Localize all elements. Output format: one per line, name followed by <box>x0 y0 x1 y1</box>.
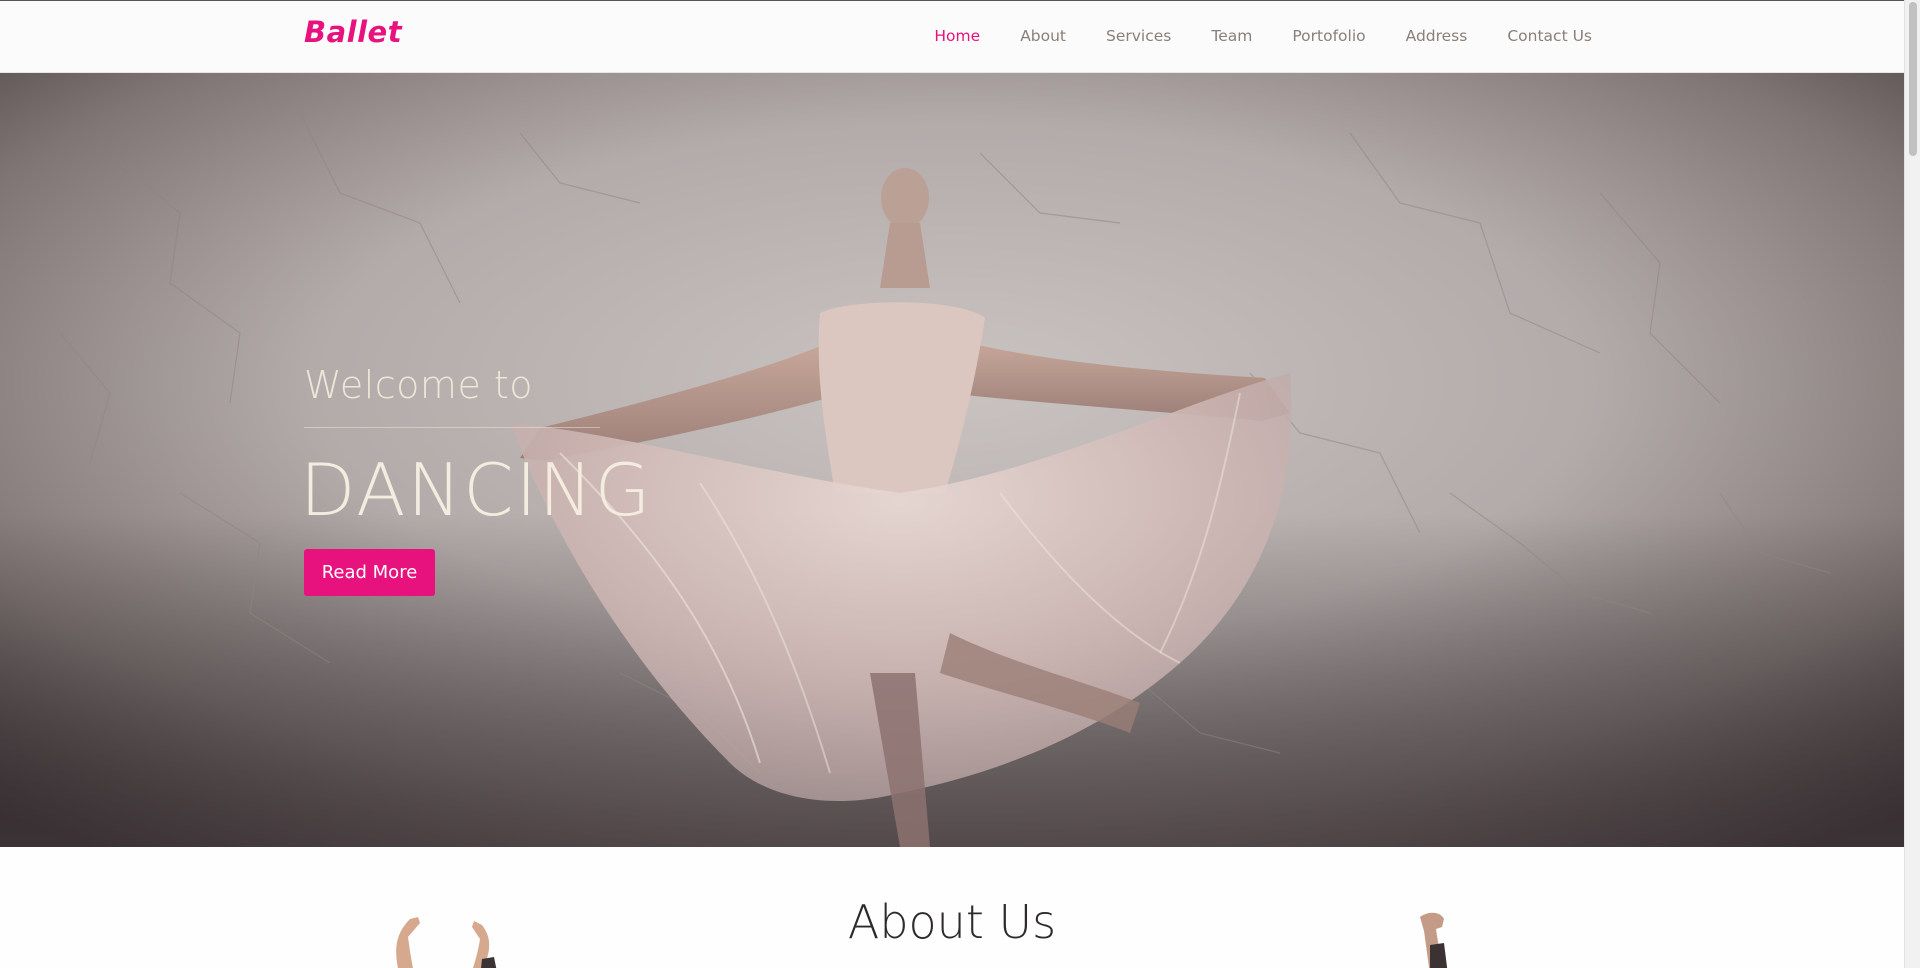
nav-item-team[interactable]: Team <box>1211 27 1252 45</box>
nav-item-contact-us[interactable]: Contact Us <box>1507 27 1592 45</box>
site-logo[interactable]: Ballet <box>304 15 402 49</box>
nav-item-about[interactable]: About <box>1020 27 1066 45</box>
nav-item-portofolio[interactable]: Portofolio <box>1292 27 1365 45</box>
about-section: About Us <box>0 847 1904 968</box>
nav-item-home[interactable]: Home <box>934 27 980 45</box>
hero-background-image <box>0 73 1904 847</box>
nav-item-address[interactable]: Address <box>1406 27 1468 45</box>
hero-divider <box>304 427 600 428</box>
main-nav: Home About Services Team Portofolio Addr… <box>894 27 1592 45</box>
hero-welcome-text: Welcome to <box>304 363 534 407</box>
about-title: About Us <box>847 895 1057 949</box>
hero-title: DANCING <box>300 448 653 532</box>
read-more-button[interactable]: Read More <box>304 549 435 596</box>
site-header: Ballet Home About Services Team Portofol… <box>0 0 1904 73</box>
nav-item-services[interactable]: Services <box>1106 27 1171 45</box>
hero-section: Welcome to DANCING Read More <box>0 73 1904 847</box>
dancer-arm-image-right <box>1420 912 1448 968</box>
scrollbar-thumb[interactable] <box>1909 2 1917 156</box>
vertical-scrollbar[interactable] <box>1904 0 1920 968</box>
